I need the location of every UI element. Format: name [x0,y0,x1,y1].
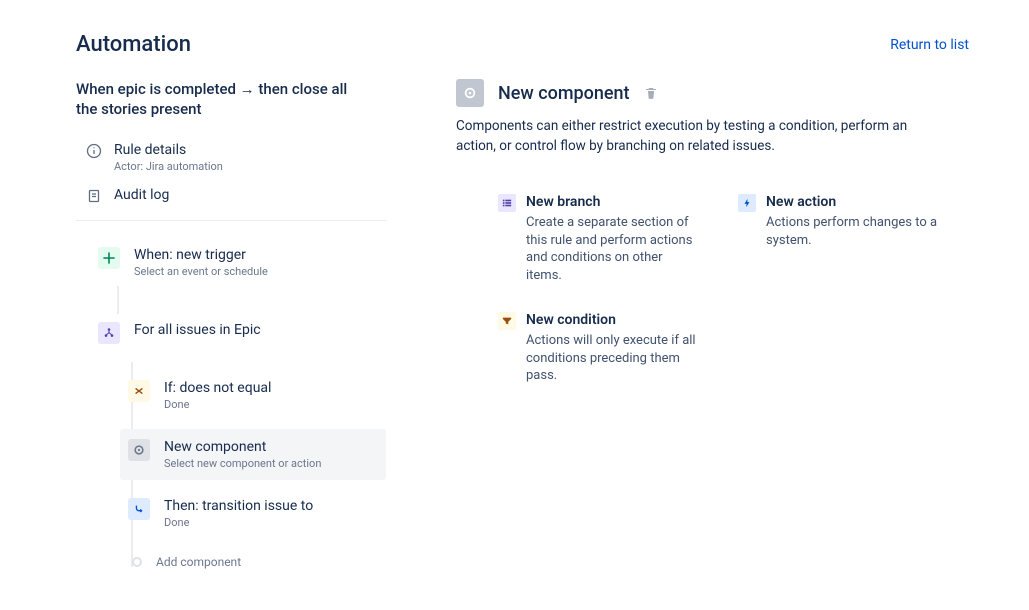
trigger-subtitle: Select an event or schedule [134,265,268,278]
filter-icon [498,312,516,330]
flow-branch-node[interactable]: For all issues in Epic [92,314,386,352]
flow-condition-node[interactable]: If: does not equal Done [120,370,386,421]
flow-action-node[interactable]: Then: transition issue to Done [120,488,386,539]
details-heading: New component [498,83,630,104]
bolt-icon [738,194,756,212]
list-icon [498,194,516,212]
option-branch-desc: Create a separate section of this rule a… [526,214,698,284]
option-branch-title: New branch [526,194,698,210]
trigger-title: When: new trigger [134,247,268,263]
flow-trigger-node[interactable]: When: new trigger Select an event or sch… [92,239,386,286]
audit-log-icon [86,188,102,204]
rule-details-row[interactable]: Rule details Actor: Jira automation [76,136,386,181]
details-description: Components can either restrict execution… [456,117,936,156]
option-new-condition[interactable]: New condition Actions will only execute … [498,312,698,385]
add-component-label: Add component [156,555,241,569]
audit-log-row[interactable]: Audit log [76,181,386,212]
condition-icon [128,380,150,402]
plus-icon [98,247,120,269]
condition-title: If: does not equal [164,380,271,396]
option-condition-desc: Actions will only execute if all conditi… [526,332,698,385]
delete-icon[interactable] [644,86,658,100]
new-component-icon [128,439,150,461]
info-icon [86,143,102,159]
option-condition-title: New condition [526,312,698,328]
option-new-branch[interactable]: New branch Create a separate section of … [498,194,698,284]
option-action-title: New action [766,194,938,210]
option-action-desc: Actions perform changes to a system. [766,214,938,249]
add-component-button[interactable]: Add component [120,547,386,577]
action-title: Then: transition issue to [164,498,313,514]
rule-details-label: Rule details [114,142,223,158]
add-dot-icon [132,557,142,567]
page-title: Automation [76,32,191,57]
new-component-title: New component [164,439,321,455]
branch-icon [98,322,120,344]
condition-subtitle: Done [164,398,271,411]
return-to-list-link[interactable]: Return to list [890,37,969,53]
branch-title: For all issues in Epic [134,322,261,338]
divider [76,220,386,221]
rule-name: When epic is completed → then close all … [76,79,386,120]
option-new-action[interactable]: New action Actions perform changes to a … [738,194,938,249]
action-subtitle: Done [164,516,313,529]
rule-actor-label: Actor: Jira automation [114,160,223,173]
component-header-icon [456,79,484,107]
audit-log-label: Audit log [114,187,169,203]
transition-icon [128,498,150,520]
flow-new-component-node[interactable]: New component Select new component or ac… [120,429,386,480]
new-component-subtitle: Select new component or action [164,457,321,470]
